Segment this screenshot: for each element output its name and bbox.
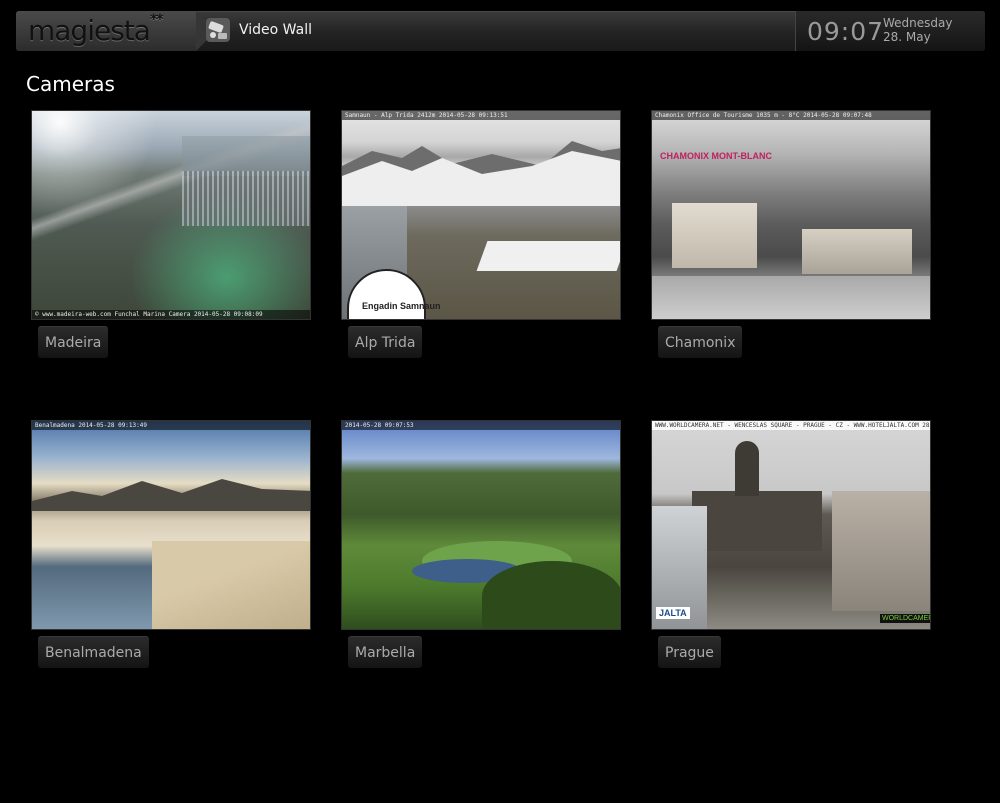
clock: 09:07 Wednesday 28. May xyxy=(795,11,985,51)
camera-timestamp: WWW.WORLDCAMERA.NET - WENCESLAS SQUARE -… xyxy=(652,421,930,430)
clock-time: 09:07 xyxy=(807,17,885,46)
clock-weekday: Wednesday xyxy=(883,16,953,30)
camera-image[interactable]: JALTA WORLDCAMERA.NET WWW.WORLDCAMERA.NE… xyxy=(651,420,931,630)
camera-tile-prague[interactable]: JALTA WORLDCAMERA.NET WWW.WORLDCAMERA.NE… xyxy=(651,420,931,668)
camera-timestamp: 2014-05-28 09:07:53 xyxy=(342,421,620,430)
brand-badge: CHAMONIX MONT-BLANC xyxy=(660,151,772,161)
breadcrumb-video-wall[interactable]: Video Wall xyxy=(239,22,312,38)
camera-timestamp: Samnaun - Alp Trida 2412m 2014-05-28 09:… xyxy=(342,111,620,120)
camera-image[interactable]: CHAMONIX MONT-BLANC Chamonix Office de T… xyxy=(651,110,931,320)
camera-tile-alp-trida[interactable]: Engadin Samnaun Samnaun - Alp Trida 2412… xyxy=(341,110,621,358)
camera-timestamp: © www.madeira-web.com Funchal Marina Cam… xyxy=(32,310,310,319)
clock-date: 28. May xyxy=(883,30,931,44)
logo-mark: ** xyxy=(149,11,164,28)
page-title: Cameras xyxy=(26,72,115,96)
camera-label[interactable]: Marbella xyxy=(348,636,423,668)
top-bar: magiesta** Video Wall 09:07 Wednesday 28… xyxy=(16,11,985,51)
camera-image[interactable]: Engadin Samnaun Samnaun - Alp Trida 2412… xyxy=(341,110,621,320)
mountain-ridge xyxy=(32,479,310,511)
camera-label[interactable]: Chamonix xyxy=(658,326,743,358)
cctv-camera-icon xyxy=(206,18,230,42)
mountain-ridge xyxy=(342,141,620,206)
camera-tile-chamonix[interactable]: CHAMONIX MONT-BLANC Chamonix Office de T… xyxy=(651,110,931,358)
camera-image[interactable]: © www.madeira-web.com Funchal Marina Cam… xyxy=(31,110,311,320)
camera-image[interactable]: 2014-05-28 09:07:53 xyxy=(341,420,621,630)
camera-label[interactable]: Prague xyxy=(658,636,721,668)
brand-badge: Engadin Samnaun xyxy=(362,301,441,311)
camera-label[interactable]: Alp Trida xyxy=(348,326,423,358)
camera-tile-marbella[interactable]: 2014-05-28 09:07:53 Marbella xyxy=(341,420,621,668)
logo[interactable]: magiesta** xyxy=(28,11,164,47)
watermark-badge: WORLDCAMERA.NET xyxy=(880,614,930,623)
logo-segment[interactable]: magiesta** xyxy=(16,11,216,51)
brand-badge: JALTA xyxy=(656,607,690,619)
camera-label[interactable]: Benalmadena xyxy=(38,636,149,668)
logo-text: magiesta xyxy=(28,14,151,47)
camera-image[interactable]: Benalmadena 2014-05-28 09:13:49 xyxy=(31,420,311,630)
camera-timestamp: Chamonix Office de Tourisme 1035 m - 8°C… xyxy=(652,111,930,120)
camera-tile-benalmadena[interactable]: Benalmadena 2014-05-28 09:13:49 Benalmad… xyxy=(31,420,311,668)
camera-tile-madeira[interactable]: © www.madeira-web.com Funchal Marina Cam… xyxy=(31,110,311,358)
camera-label[interactable]: Madeira xyxy=(38,326,109,358)
camera-timestamp: Benalmadena 2014-05-28 09:13:49 xyxy=(32,421,310,430)
